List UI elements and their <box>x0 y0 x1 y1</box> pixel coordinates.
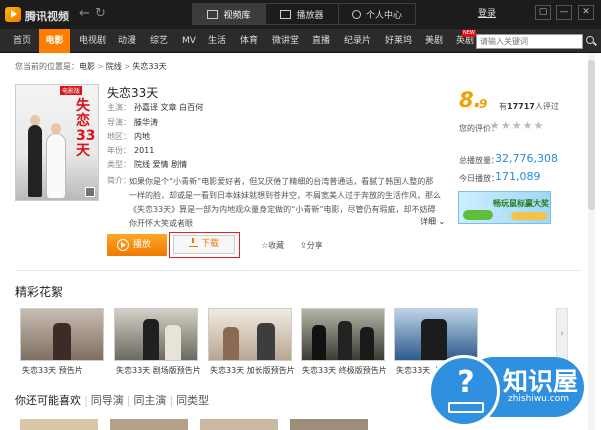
synopsis-text: 如果你是个“小青新”电影爱好者，但又厌倦了精细的台湾普通话，看腻了韩国人整的那一… <box>129 177 441 228</box>
new-badge: NEW <box>462 30 476 37</box>
synopsis-label: 简介： <box>107 176 131 185</box>
tab-personal-center[interactable]: 个人中心 <box>339 4 415 24</box>
region-row: 地区： 内地 <box>107 132 150 141</box>
minimize-icon[interactable]: — <box>556 5 572 20</box>
search-icon[interactable] <box>584 34 597 49</box>
rec-tab-same-actor[interactable]: 同主演 <box>133 394 166 407</box>
fullscreen-icon <box>85 187 95 197</box>
detail-link[interactable]: 详细 ⌄ <box>420 216 445 227</box>
nav-item-documentary[interactable]: 纪录片 <box>344 29 371 53</box>
poster-badge: 电影版 <box>60 86 83 95</box>
nav-item-hollywood[interactable]: 好莱坞 <box>385 29 412 53</box>
today-plays-label: 今日播放： <box>459 174 499 183</box>
watermark-help-icon: ? <box>428 355 500 427</box>
movie-poster[interactable]: 电影版 失恋33天 <box>15 84 99 201</box>
movie-title: 失恋33天 <box>107 86 159 100</box>
rating-stars[interactable]: ★★★★★ <box>490 119 544 132</box>
highlight-caption[interactable]: 失恋33天 剧场版预告片 <box>116 365 201 376</box>
top-tabs: 视频库 播放器 个人中心 <box>192 3 416 25</box>
region-value: 内地 <box>134 132 150 141</box>
scrollbar-thumb[interactable] <box>588 60 595 210</box>
nav-item-life[interactable]: 生活 <box>208 29 226 53</box>
user-icon <box>351 9 361 19</box>
rec-thumb[interactable] <box>110 419 188 430</box>
nav-item-us-drama[interactable]: 美剧 <box>425 29 443 53</box>
rec-thumb[interactable] <box>20 419 98 430</box>
tab-video-library[interactable]: 视频库 <box>193 4 266 24</box>
nav-item-movie[interactable]: 电影 <box>39 29 70 53</box>
poster-groom-figure <box>28 125 42 197</box>
ad-banner[interactable]: 畅玩鼠标赢大奖 <box>458 191 551 224</box>
breadcrumb-current: 失恋33天 <box>132 62 167 71</box>
nav-item-anime[interactable]: 动漫 <box>118 29 136 53</box>
rec-thumb[interactable] <box>290 419 368 430</box>
nav-item-home[interactable]: 首页 <box>13 29 31 53</box>
restore-icon[interactable]: ▢ <box>535 5 551 20</box>
nav-item-live[interactable]: 直播 <box>312 29 330 53</box>
actors-value[interactable]: 孙嘉译 文章 白百何 <box>134 103 203 112</box>
poster-title: 失恋33天 <box>76 98 96 159</box>
breadcrumb-prefix: 您当前的位置是： <box>15 62 79 71</box>
highlight-caption[interactable]: 失恋33天 加长版预告片 <box>210 365 295 376</box>
close-icon[interactable]: ✕ <box>578 5 594 20</box>
nav-item-sports[interactable]: 体育 <box>240 29 258 53</box>
rec-thumb[interactable] <box>200 419 278 430</box>
total-plays-label: 总播放量： <box>459 156 499 165</box>
director-row: 导演： 滕华涛 <box>107 118 158 127</box>
player-icon <box>280 9 292 19</box>
nav-item-mv[interactable]: MV <box>182 29 196 53</box>
highlight-thumb-4[interactable] <box>301 308 385 361</box>
rec-tab-same-director[interactable]: 同导演 <box>91 394 124 407</box>
app-logo: 腾讯视频 <box>5 5 75 24</box>
genre-value[interactable]: 院线 爱情 剧情 <box>134 160 187 169</box>
year-row: 年份： 2011 <box>107 146 155 155</box>
login-link[interactable]: 登录 <box>478 6 496 19</box>
highlights-title: 精彩花絮 <box>15 285 64 299</box>
divider <box>15 270 581 271</box>
download-button[interactable]: 下载 <box>173 235 235 254</box>
rating-count: 有17717人评过 <box>499 102 559 111</box>
nav-item-tv[interactable]: 电视剧 <box>79 29 106 53</box>
watermark-url: zhishiwu.com <box>508 394 569 404</box>
nav-item-lecture[interactable]: 微讲堂 <box>272 29 299 53</box>
title-bar: 腾讯视频 ← ↻ 视频库 播放器 个人中心 登录 ▢ — ✕ <box>0 0 601 29</box>
watermark-name: 知识屋 <box>503 367 579 396</box>
app-name: 腾讯视频 <box>25 10 69 23</box>
ad-text: 畅玩鼠标赢大奖 <box>493 199 549 208</box>
play-icon <box>117 239 129 251</box>
breadcrumb-item[interactable]: 电影 <box>79 62 95 71</box>
download-icon <box>188 238 198 247</box>
favorite-button[interactable]: ☆收藏 <box>261 240 284 251</box>
recommend-tabs: 你还可能喜欢 | 同导演 | 同主演 | 同类型 <box>15 394 210 407</box>
year-value: 2011 <box>134 146 155 155</box>
play-logo-icon <box>5 7 21 22</box>
rec-tab-same-genre[interactable]: 同类型 <box>176 394 209 407</box>
highlight-thumb-5[interactable] <box>394 308 478 361</box>
highlight-thumb-2[interactable] <box>114 308 198 361</box>
rec-tab-you-may-like[interactable]: 你还可能喜欢 <box>15 394 81 407</box>
breadcrumb-item[interactable]: 院线 <box>106 62 122 71</box>
today-plays-value: 171,089 <box>495 170 541 183</box>
tab-player[interactable]: 播放器 <box>266 4 339 24</box>
back-arrow-icon[interactable]: ← <box>79 6 90 21</box>
actors-row: 主演： 孙嘉译 文章 白百何 <box>107 103 204 112</box>
highlight-thumb-1[interactable] <box>20 308 104 361</box>
play-button[interactable]: 播放 <box>107 234 167 256</box>
search-input[interactable] <box>476 34 583 49</box>
genre-row: 类型： 院线 爱情 剧情 <box>107 160 188 169</box>
share-button[interactable]: ⇪分享 <box>300 240 323 251</box>
score-decimal: 9 <box>479 97 488 111</box>
highlight-thumb-3[interactable] <box>208 308 292 361</box>
download-highlight-box: 下载 <box>169 232 240 258</box>
total-plays-value: 32,776,308 <box>495 152 558 165</box>
refresh-icon[interactable]: ↻ <box>95 6 106 21</box>
next-arrow-icon[interactable]: › <box>556 308 568 361</box>
director-value[interactable]: 滕华涛 <box>134 118 158 127</box>
highlight-caption[interactable]: 失恋33天 预告片 <box>22 365 83 376</box>
nav-item-variety[interactable]: 综艺 <box>150 29 168 53</box>
breadcrumb: 您当前的位置是：电影 > 院线 > 失恋33天 <box>15 62 167 71</box>
library-icon <box>207 9 219 19</box>
poster-bride-figure <box>46 133 66 199</box>
highlight-caption[interactable]: 失恋33天 终极版预告片 <box>302 365 387 376</box>
